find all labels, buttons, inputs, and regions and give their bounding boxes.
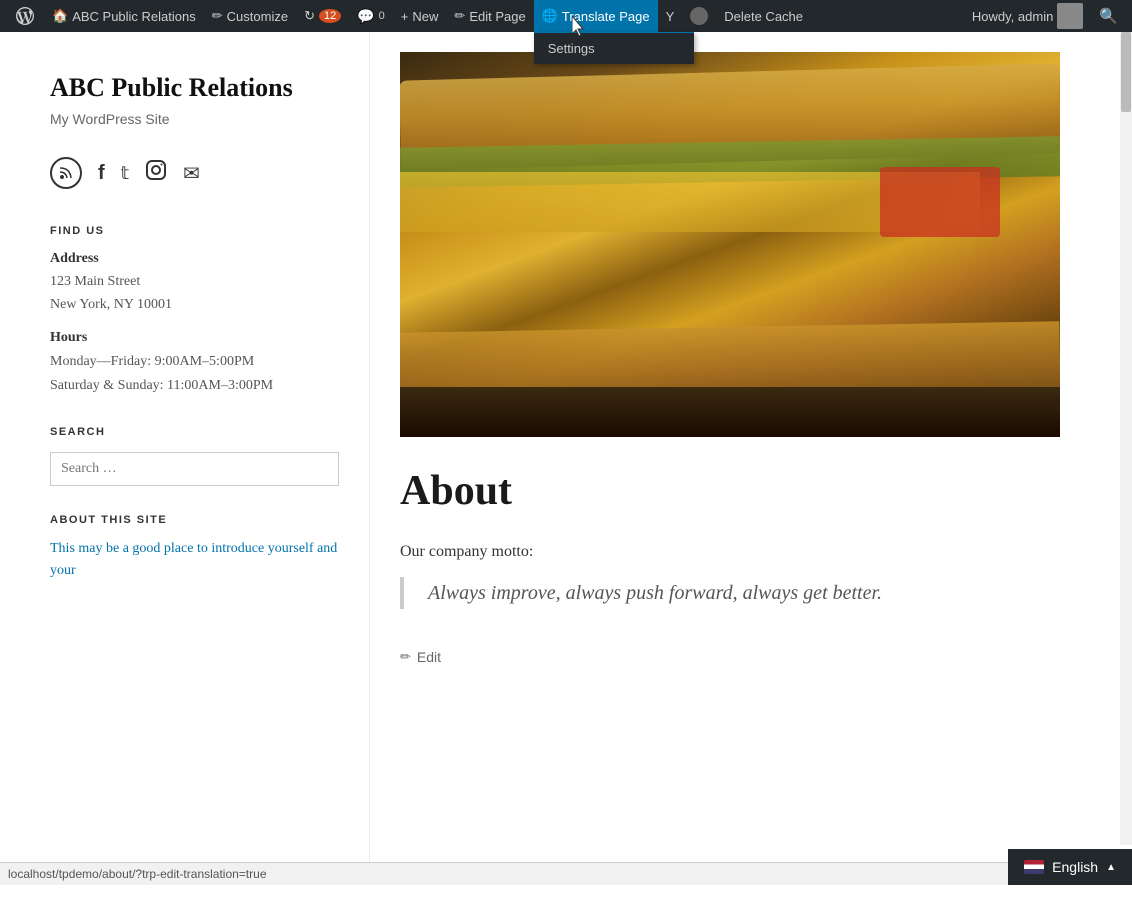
scrollbar-thumb[interactable] — [1121, 32, 1131, 112]
rss-icon[interactable] — [50, 157, 82, 189]
about-site-title: ABOUT THIS SITE — [50, 514, 339, 526]
admin-bar-translate-page[interactable]: 🌐 Translate Page Settings — [534, 0, 658, 32]
admin-bar-site-title-icon: 🏠 — [52, 8, 68, 24]
motto-label: Our company motto: — [400, 543, 1072, 561]
scrollbar[interactable] — [1120, 32, 1132, 845]
address-label: Address — [50, 251, 339, 267]
customize-icon: ✏ — [212, 8, 223, 24]
admin-bar-site-name[interactable]: 🏠 ABC Public Relations — [44, 0, 204, 32]
admin-bar-comments[interactable]: 💬 0 — [349, 0, 393, 32]
page-wrapper: ABC Public Relations My WordPress Site f… — [0, 32, 1132, 885]
about-site-text: This may be a good place to introduce yo… — [50, 538, 339, 583]
admin-bar-new[interactable]: + New — [393, 0, 447, 32]
hours-label: Hours — [50, 330, 339, 346]
english-button[interactable]: English ▲ — [1008, 849, 1132, 885]
edit-link[interactable]: ✏ Edit — [400, 649, 1072, 665]
edit-pencil-icon: ✏ — [400, 649, 411, 665]
updates-icon: ↻ — [304, 8, 315, 24]
chevron-up-icon: ▲ — [1106, 862, 1116, 873]
instagram-icon[interactable] — [145, 159, 167, 187]
status-bar: localhost/tpdemo/about/?trp-edit-transla… — [0, 862, 1012, 885]
user-circle-icon — [690, 7, 708, 25]
admin-bar-customize[interactable]: ✏ Customize — [204, 0, 296, 32]
find-us-section: FIND US Address 123 Main Street New York… — [50, 225, 339, 397]
social-icons: f 𝕥 ✉ — [50, 157, 339, 189]
twitter-icon[interactable]: 𝕥 — [121, 163, 129, 184]
comments-icon: 💬 — [357, 8, 374, 25]
company-motto-blockquote: Always improve, always push forward, alw… — [400, 577, 1072, 609]
blockquote-text: Always improve, always push forward, alw… — [428, 577, 1072, 609]
site-title: ABC Public Relations — [50, 72, 339, 103]
sandwich-visual — [400, 52, 1060, 437]
new-icon: + — [401, 9, 409, 24]
search-icon: 🔍 — [1099, 7, 1118, 25]
translate-icon: 🌐 — [542, 8, 558, 24]
admin-bar-yoast[interactable]: Y — [658, 0, 683, 32]
about-site-section: ABOUT THIS SITE This may be a good place… — [50, 514, 339, 583]
admin-avatar — [1057, 3, 1083, 29]
find-us-title: FIND US — [50, 225, 339, 237]
wordpress-logo[interactable] — [6, 0, 44, 32]
hours-text: Monday—Friday: 9:00AM–5:00PM Saturday & … — [50, 350, 339, 398]
edit-page-icon: ✏ — [454, 8, 465, 24]
us-flag-icon — [1024, 860, 1044, 874]
admin-bar-search[interactable]: 🔍 — [1091, 0, 1126, 32]
sidebar: ABC Public Relations My WordPress Site f… — [0, 32, 370, 885]
main-content: About Our company motto: Always improve,… — [370, 32, 1132, 885]
search-input[interactable] — [50, 452, 339, 486]
admin-bar-edit-page[interactable]: ✏ Edit Page — [446, 0, 533, 32]
email-icon[interactable]: ✉ — [183, 161, 200, 186]
facebook-icon[interactable]: f — [98, 162, 105, 185]
admin-bar-delete-cache[interactable]: Delete Cache — [716, 0, 811, 32]
settings-menu-item[interactable]: Settings — [534, 33, 694, 64]
address-text: 123 Main Street New York, NY 10001 — [50, 271, 339, 316]
search-section: SEARCH — [50, 426, 339, 486]
translate-dropdown: Settings — [534, 32, 694, 64]
admin-bar: 🏠 ABC Public Relations ✏ Customize ↻ 12 … — [0, 0, 1132, 32]
search-title: SEARCH — [50, 426, 339, 438]
admin-bar-user-circle[interactable] — [682, 0, 716, 32]
yoast-icon: Y — [666, 9, 675, 24]
site-tagline: My WordPress Site — [50, 111, 339, 127]
admin-bar-user[interactable]: Howdy, admin — [964, 0, 1091, 32]
page-title: About — [400, 467, 1072, 515]
admin-bar-updates[interactable]: ↻ 12 — [296, 0, 349, 32]
hero-image — [400, 52, 1060, 437]
